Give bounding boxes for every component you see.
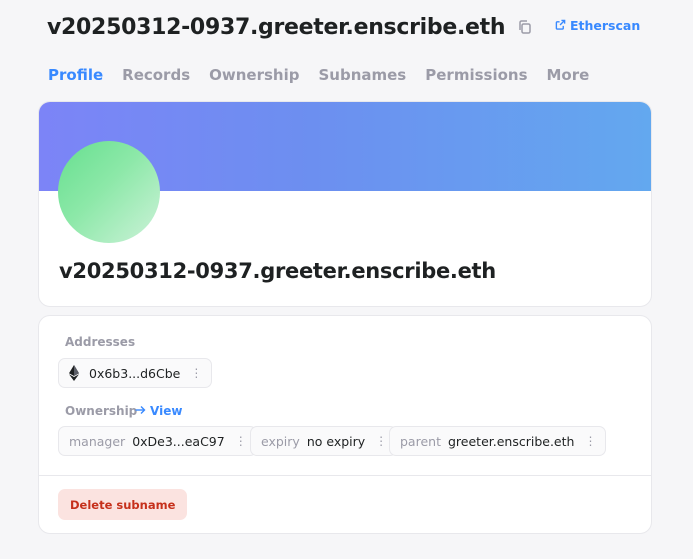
profile-name: v20250312-0937.greeter.enscribe.eth	[59, 259, 496, 283]
tab-profile[interactable]: Profile	[48, 66, 103, 84]
ownership-pill-parent[interactable]: parent greeter.enscribe.eth ⋮	[389, 426, 607, 456]
external-link-icon	[555, 18, 566, 33]
more-options-icon[interactable]: ⋮	[584, 434, 596, 448]
more-options-icon[interactable]: ⋮	[235, 434, 247, 448]
tab-records[interactable]: Records	[122, 66, 190, 84]
etherscan-link[interactable]: Etherscan	[555, 18, 640, 33]
pill-key: manager	[69, 433, 126, 449]
copy-icon[interactable]	[517, 19, 533, 35]
ownership-pill-expiry[interactable]: expiry no expiry ⋮	[250, 426, 398, 456]
arrow-right-icon	[135, 404, 146, 418]
pill-key: expiry	[261, 433, 300, 449]
page-title: v20250312-0937.greeter.enscribe.eth	[47, 14, 506, 40]
ownership-view-link[interactable]: View	[135, 404, 182, 418]
address-pill-eth[interactable]: 0x6b3...d6Cbe ⋮	[58, 358, 213, 388]
pill-key: parent	[400, 433, 441, 449]
address-value: 0x6b3...d6Cbe	[89, 365, 181, 381]
view-label: View	[150, 404, 183, 418]
tab-ownership[interactable]: Ownership	[209, 66, 299, 84]
tab-subnames[interactable]: Subnames	[318, 66, 406, 84]
pill-value: no expiry	[306, 433, 366, 449]
delete-subname-button[interactable]: Delete subname	[58, 489, 188, 520]
tab-more[interactable]: More	[547, 66, 590, 84]
tab-permissions[interactable]: Permissions	[425, 66, 527, 84]
profile-card: v20250312-0937.greeter.enscribe.eth	[38, 101, 652, 307]
divider	[39, 475, 651, 476]
pill-value: 0xDe3...eaC97	[132, 433, 225, 449]
pill-value: greeter.enscribe.eth	[447, 433, 575, 449]
more-options-icon[interactable]: ⋮	[190, 366, 202, 380]
tab-bar: Profile Records Ownership Subnames Permi…	[48, 66, 589, 84]
etherscan-label: Etherscan	[570, 18, 641, 33]
addresses-label: Addresses	[65, 335, 136, 349]
ownership-label: Ownership	[65, 404, 138, 418]
more-options-icon[interactable]: ⋮	[375, 434, 387, 448]
details-card: Addresses 0x6b3...d6Cbe ⋮ Ownership View…	[38, 315, 652, 534]
avatar	[58, 141, 160, 243]
ownership-pill-manager[interactable]: manager 0xDe3...eaC97 ⋮	[58, 426, 257, 456]
ethereum-icon	[69, 365, 79, 381]
